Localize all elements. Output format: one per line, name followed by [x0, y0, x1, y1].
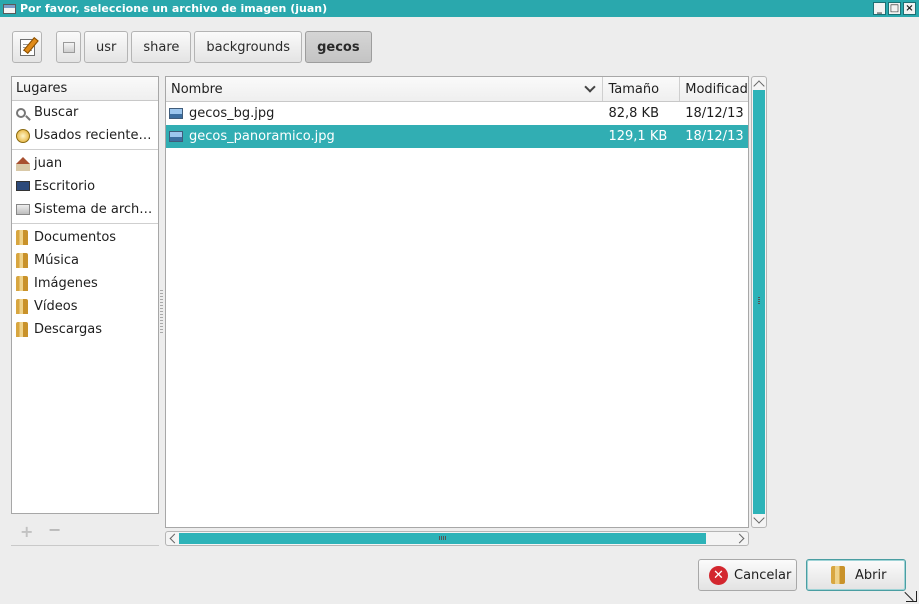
file-list-header: Nombre Tamaño Modificad	[166, 77, 748, 102]
add-bookmark-button[interactable]: +	[20, 522, 33, 541]
file-size: 82,8 KB	[608, 106, 659, 121]
path-segment-gecos[interactable]: gecos	[305, 31, 372, 63]
file-list: Nombre Tamaño Modificad gecos_bg.jpg 82,…	[165, 76, 749, 528]
column-name-label: Nombre	[171, 81, 223, 97]
file-name-cell: gecos_panoramico.jpg	[166, 129, 603, 144]
place-label: Buscar	[34, 105, 79, 120]
place-item-buscar[interactable]: Buscar	[12, 101, 158, 124]
file-name: gecos_panoramico.jpg	[189, 129, 335, 144]
window-title: Por favor, seleccione un archivo de imag…	[20, 2, 328, 15]
vertical-scrollbar[interactable]	[751, 76, 767, 528]
place-item-musica[interactable]: Música	[12, 249, 158, 272]
drive-icon	[62, 41, 75, 53]
folder-icon	[16, 322, 28, 337]
window-resize-grip[interactable]	[903, 590, 917, 602]
open-button[interactable]: Abrir	[806, 559, 906, 591]
title-bar: Por favor, seleccione un archivo de imag…	[0, 0, 919, 17]
chevron-down-icon	[584, 81, 597, 93]
path-segment-share[interactable]: share	[131, 31, 192, 63]
scroll-right-icon[interactable]	[734, 533, 745, 544]
file-row[interactable]: gecos_bg.jpg 82,8 KB 18/12/13	[166, 102, 748, 125]
cancel-icon: ✕	[709, 565, 728, 585]
file-name: gecos_bg.jpg	[189, 106, 275, 121]
place-item-imagenes[interactable]: Imágenes	[12, 272, 158, 295]
path-segment-backgrounds[interactable]: backgrounds	[194, 31, 303, 63]
folder-icon	[16, 230, 28, 245]
places-divider	[12, 149, 158, 150]
file-size: 129,1 KB	[608, 129, 668, 144]
places-divider	[12, 223, 158, 224]
path-bar: usr share backgrounds gecos	[12, 31, 375, 63]
scroll-down-icon[interactable]	[753, 512, 765, 524]
place-label: Música	[34, 253, 79, 268]
place-item-filesystem[interactable]: Sistema de arch…	[12, 198, 158, 221]
edit-icon	[19, 38, 35, 56]
path-segment-root[interactable]	[56, 31, 81, 63]
folder-icon	[16, 253, 28, 268]
place-label: Escritorio	[34, 179, 96, 194]
places-header[interactable]: Lugares	[12, 77, 158, 101]
column-header-size[interactable]: Tamaño	[603, 77, 681, 101]
recent-icon	[16, 128, 30, 143]
remove-bookmark-button[interactable]: −	[48, 520, 61, 539]
close-window-button[interactable]: ×	[903, 2, 916, 15]
column-header-name[interactable]: Nombre	[166, 77, 604, 101]
places-divider-bottom	[11, 545, 159, 546]
folder-icon	[16, 276, 28, 291]
folder-icon	[16, 299, 28, 314]
scroll-left-icon[interactable]	[169, 533, 180, 544]
image-file-icon	[169, 108, 183, 119]
desktop-icon	[16, 180, 30, 191]
scroll-grip-icon	[758, 297, 760, 305]
horizontal-scrollbar[interactable]	[165, 531, 749, 546]
open-label: Abrir	[855, 567, 887, 583]
column-header-modified[interactable]: Modificad	[680, 77, 748, 101]
type-location-button[interactable]	[12, 31, 42, 63]
image-file-icon	[169, 131, 183, 142]
open-folder-icon	[831, 566, 845, 584]
maximize-button[interactable]: □	[888, 2, 901, 15]
pane-resize-handle[interactable]	[160, 290, 163, 334]
file-row-selected[interactable]: gecos_panoramico.jpg 129,1 KB 18/12/13	[166, 125, 748, 148]
search-icon	[16, 107, 26, 118]
place-label: Vídeos	[34, 299, 78, 314]
cancel-label: Cancelar	[734, 567, 792, 583]
home-icon	[16, 156, 30, 171]
place-item-recent[interactable]: Usados reciente…	[12, 124, 158, 147]
path-segment-usr[interactable]: usr	[84, 31, 129, 63]
minimize-button[interactable]: _	[873, 2, 886, 15]
place-label: juan	[34, 156, 63, 171]
place-label: Usados reciente…	[34, 128, 152, 143]
places-pane: Lugares Buscar Usados reciente… juan Esc…	[11, 76, 159, 514]
place-label: Documentos	[34, 230, 117, 245]
place-label: Imágenes	[34, 276, 98, 291]
place-item-videos[interactable]: Vídeos	[12, 295, 158, 318]
place-label: Descargas	[34, 322, 103, 337]
place-label: Sistema de arch…	[34, 202, 153, 217]
filesystem-icon	[16, 204, 30, 215]
file-modified: 18/12/13	[685, 129, 744, 144]
place-item-descargas[interactable]: Descargas	[12, 318, 158, 341]
place-item-desktop[interactable]: Escritorio	[12, 175, 158, 198]
cancel-button[interactable]: ✕ Cancelar	[698, 559, 797, 591]
place-item-home[interactable]: juan	[12, 152, 158, 175]
place-item-documentos[interactable]: Documentos	[12, 226, 158, 249]
file-name-cell: gecos_bg.jpg	[166, 106, 603, 121]
file-modified: 18/12/13	[685, 106, 744, 121]
window-icon	[3, 3, 16, 14]
scroll-grip-icon	[439, 536, 447, 540]
